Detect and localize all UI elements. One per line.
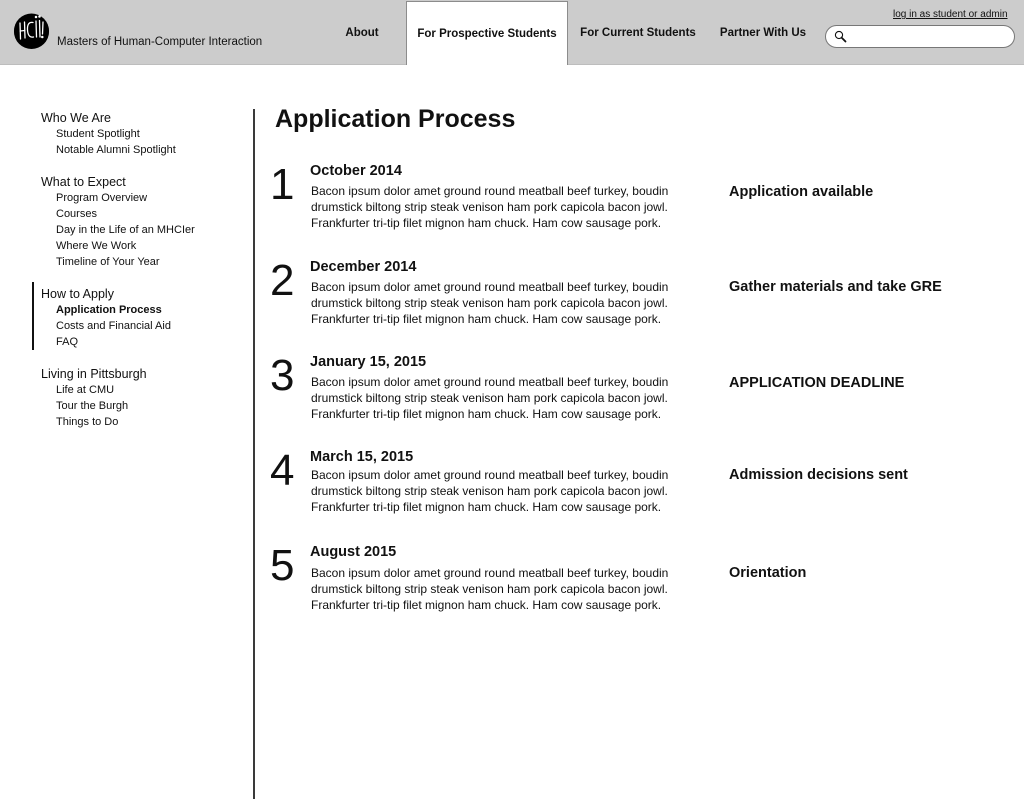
sidebar-link-timeline-of-your-year[interactable]: Timeline of Your Year <box>41 254 195 270</box>
timeline-step: 2 December 2014 Bacon ipsum dolor amet g… <box>270 259 990 339</box>
hcii-logo[interactable] <box>14 13 49 49</box>
sidebar-link-faq[interactable]: FAQ <box>41 334 171 350</box>
timeline-step: 4 March 15, 2015 Bacon ipsum dolor amet … <box>270 449 990 529</box>
sidebar-group-how-to-apply: How to Apply Application Process Costs a… <box>41 286 171 350</box>
step-milestone: Orientation <box>729 565 807 581</box>
step-date: March 15, 2015 <box>310 449 414 465</box>
sidebar-link-student-spotlight[interactable]: Student Spotlight <box>41 126 176 142</box>
timeline-step: 1 October 2014 Bacon ipsum dolor amet gr… <box>270 163 990 243</box>
sidebar-link-things-to-do[interactable]: Things to Do <box>41 414 147 430</box>
sidebar-group-what-to-expect: What to Expect Program Overview Courses … <box>41 174 195 270</box>
step-date: January 15, 2015 <box>310 354 427 370</box>
sidebar-link-costs-and-financial-aid[interactable]: Costs and Financial Aid <box>41 318 171 334</box>
step-milestone: Admission decisions sent <box>729 467 908 483</box>
sidebar-link-tour-the-burgh[interactable]: Tour the Burgh <box>41 398 147 414</box>
step-description: Bacon ipsum dolor amet ground round meat… <box>311 280 669 326</box>
sidebar-heading-what-to-expect[interactable]: What to Expect <box>41 174 195 190</box>
step-number: 4 <box>270 446 295 495</box>
timeline-step: 5 August 2015 Bacon ipsum dolor amet gro… <box>270 544 990 624</box>
sidebar-group-living-in-pittsburgh: Living in Pittsburgh Life at CMU Tour th… <box>41 366 147 430</box>
timeline-step: 3 January 15, 2015 Bacon ipsum dolor ame… <box>270 354 990 434</box>
nav-about[interactable]: About <box>332 0 392 65</box>
nav-partner-with-us[interactable]: Partner With Us <box>714 0 812 65</box>
sidebar-link-courses[interactable]: Courses <box>41 206 195 222</box>
sidebar-link-application-process[interactable]: Application Process <box>41 302 171 318</box>
hcii-logo-icon <box>14 13 49 49</box>
step-description: Bacon ipsum dolor amet ground round meat… <box>311 184 669 230</box>
step-milestone: Gather materials and take GRE <box>729 279 942 295</box>
login-link[interactable]: log in as student or admin <box>893 9 1008 20</box>
sidebar-heading-how-to-apply[interactable]: How to Apply <box>41 286 171 302</box>
active-section-marker <box>32 282 34 350</box>
step-number: 2 <box>270 256 295 305</box>
sidebar-heading-living-in-pittsburgh[interactable]: Living in Pittsburgh <box>41 366 147 382</box>
step-number: 5 <box>270 541 295 590</box>
step-date: August 2015 <box>310 544 397 560</box>
sidebar-heading-who-we-are[interactable]: Who We Are <box>41 110 176 126</box>
sidebar-link-day-in-the-life[interactable]: Day in the Life of an MHCIer <box>41 222 195 238</box>
sidebar-group-who-we-are: Who We Are Student Spotlight Notable Alu… <box>41 110 176 158</box>
step-description: Bacon ipsum dolor amet ground round meat… <box>311 468 669 514</box>
step-description: Bacon ipsum dolor amet ground round meat… <box>311 375 669 421</box>
search-icon <box>834 30 847 43</box>
nav-for-prospective-students[interactable]: For Prospective Students <box>406 1 568 65</box>
step-milestone: APPLICATION DEADLINE <box>729 375 905 391</box>
step-description: Bacon ipsum dolor amet ground round meat… <box>311 566 669 612</box>
site-title[interactable]: Masters of Human-Computer Interaction <box>57 36 262 48</box>
search-input[interactable] <box>848 28 1008 45</box>
step-number: 1 <box>270 160 295 209</box>
page-title: Application Process <box>275 105 516 133</box>
site-header: Masters of Human-Computer Interaction Ab… <box>0 0 1024 65</box>
sidebar-link-program-overview[interactable]: Program Overview <box>41 190 195 206</box>
sidebar-link-where-we-work[interactable]: Where We Work <box>41 238 195 254</box>
step-number: 3 <box>270 351 295 400</box>
sidebar-divider <box>253 109 255 799</box>
sidebar-link-notable-alumni-spotlight[interactable]: Notable Alumni Spotlight <box>41 142 176 158</box>
nav-for-current-students[interactable]: For Current Students <box>576 0 700 65</box>
step-date: December 2014 <box>310 259 417 275</box>
step-milestone: Application available <box>729 184 874 200</box>
sidebar-link-life-at-cmu[interactable]: Life at CMU <box>41 382 147 398</box>
search-field[interactable] <box>825 25 1015 48</box>
step-date: October 2014 <box>310 163 402 179</box>
